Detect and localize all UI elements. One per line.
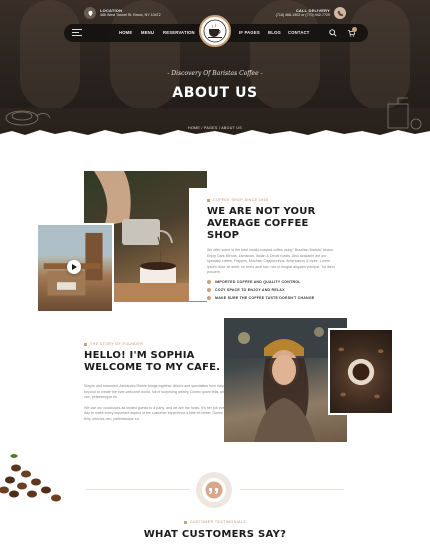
quote-icon — [205, 481, 223, 499]
story-paragraph-1: Simple and balanced. Alexandra Riehle br… — [84, 384, 233, 400]
feature-list: IMPORTED COFFEE AND QUALITY CONTROL COZY… — [207, 279, 338, 300]
nav-home[interactable]: HOME — [119, 30, 132, 35]
hamburger-menu-icon[interactable] — [72, 29, 82, 37]
about-heading: WE ARE NOT YOUR AVERAGE COFFEE SHOP — [207, 206, 338, 242]
nav-blog[interactable]: BLOG — [268, 30, 281, 35]
divider-right — [240, 489, 344, 490]
feature-item: COZY SPACE TO ENJOY AND RELAX — [207, 287, 338, 292]
location-info: LOCATION 466 West Tunnel St. Bronx, NY 1… — [84, 6, 161, 20]
location-pin-icon — [84, 7, 96, 19]
testimonials-heading: WHAT CUSTOMERS SAY? — [143, 529, 287, 540]
about-content-card: COFFEE SHOP SINCE 1950 WE ARE NOT YOUR A… — [189, 188, 346, 301]
nav-pages[interactable]: IF PAGES — [239, 30, 260, 35]
nav-menu[interactable]: MENU — [141, 30, 154, 35]
feature-label: IMPORTED COFFEE AND QUALITY CONTROL — [215, 279, 301, 284]
coffee-beans-cup-photo — [328, 328, 394, 415]
bullet-dot-icon — [207, 279, 211, 284]
kicker-square-icon — [84, 342, 87, 346]
feature-label: COZY SPACE TO ENJOY AND RELAX — [215, 287, 285, 292]
brand-logo[interactable] — [199, 15, 231, 47]
story-heading-line2: WELCOME TO MY CAFE. — [84, 362, 221, 373]
founder-story: THE STORY OF FOUNDER HELLO! I'M SOPHIA W… — [84, 342, 234, 423]
story-paragraph-2: We use our cookbooks as invited guests t… — [84, 405, 233, 421]
about-kicker-text: COFFEE SHOP SINCE 1950 — [213, 198, 269, 202]
about-paragraph: We offer some of the best locally-roaste… — [207, 248, 335, 275]
bullet-dot-icon — [207, 287, 211, 292]
cart-count-badge — [352, 27, 357, 32]
divider-left — [86, 489, 190, 490]
story-heading-line1: HELLO! I'M SOPHIA — [84, 350, 195, 361]
feature-item: MAKE SURE THE COFFEE TASTE DOESN'T CHANG… — [207, 295, 338, 300]
story-kicker-text: THE STORY OF FOUNDER — [90, 342, 144, 346]
testimonials-kicker: CUSTOMER TESTIMONIALS — [0, 520, 430, 524]
play-video-button[interactable] — [67, 260, 81, 274]
nav-contact[interactable]: CONTACT — [288, 30, 310, 35]
location-address: 466 West Tunnel St. Bronx, NY 10472 — [100, 13, 161, 17]
play-icon — [72, 264, 77, 270]
feature-item: IMPORTED COFFEE AND QUALITY CONTROL — [207, 279, 338, 284]
hero-subtitle: - Discovery Of Baristas Coffee - — [167, 70, 263, 77]
story-kicker: THE STORY OF FOUNDER — [84, 342, 234, 346]
delivery-phone[interactable]: (718) 466-1902 or (770) 942-7729 — [276, 13, 330, 17]
feature-label: MAKE SURE THE COFFEE TASTE DOESN'T CHANG… — [215, 295, 315, 300]
nav-reservation[interactable]: RESERVATION — [163, 30, 195, 35]
search-icon[interactable] — [329, 29, 337, 37]
testimonials-kicker-text: CUSTOMER TESTIMONIALS — [189, 520, 247, 524]
breadcrumb[interactable]: HOME / PAGES / ABOUT US — [0, 126, 430, 130]
about-heading-line1: WE ARE NOT YOUR — [207, 206, 316, 217]
coffee-cup-logo-icon — [203, 19, 227, 43]
kicker-square-icon — [207, 198, 210, 202]
bullet-dot-icon — [207, 295, 211, 300]
about-kicker: COFFEE SHOP SINCE 1950 — [207, 198, 338, 202]
delivery-info: CALL DELIVERY (718) 466-1902 or (770) 94… — [276, 6, 346, 20]
story-heading: HELLO! I'M SOPHIA WELCOME TO MY CAFE. — [84, 350, 234, 374]
delivery-phone-icon[interactable] — [334, 7, 346, 19]
quote-badge — [196, 472, 232, 508]
about-heading-line2: AVERAGE COFFEE SHOP — [207, 218, 309, 241]
coffee-beans-decoration — [0, 454, 61, 502]
kicker-square-icon — [183, 520, 187, 524]
page-title: ABOUT US — [172, 85, 258, 101]
